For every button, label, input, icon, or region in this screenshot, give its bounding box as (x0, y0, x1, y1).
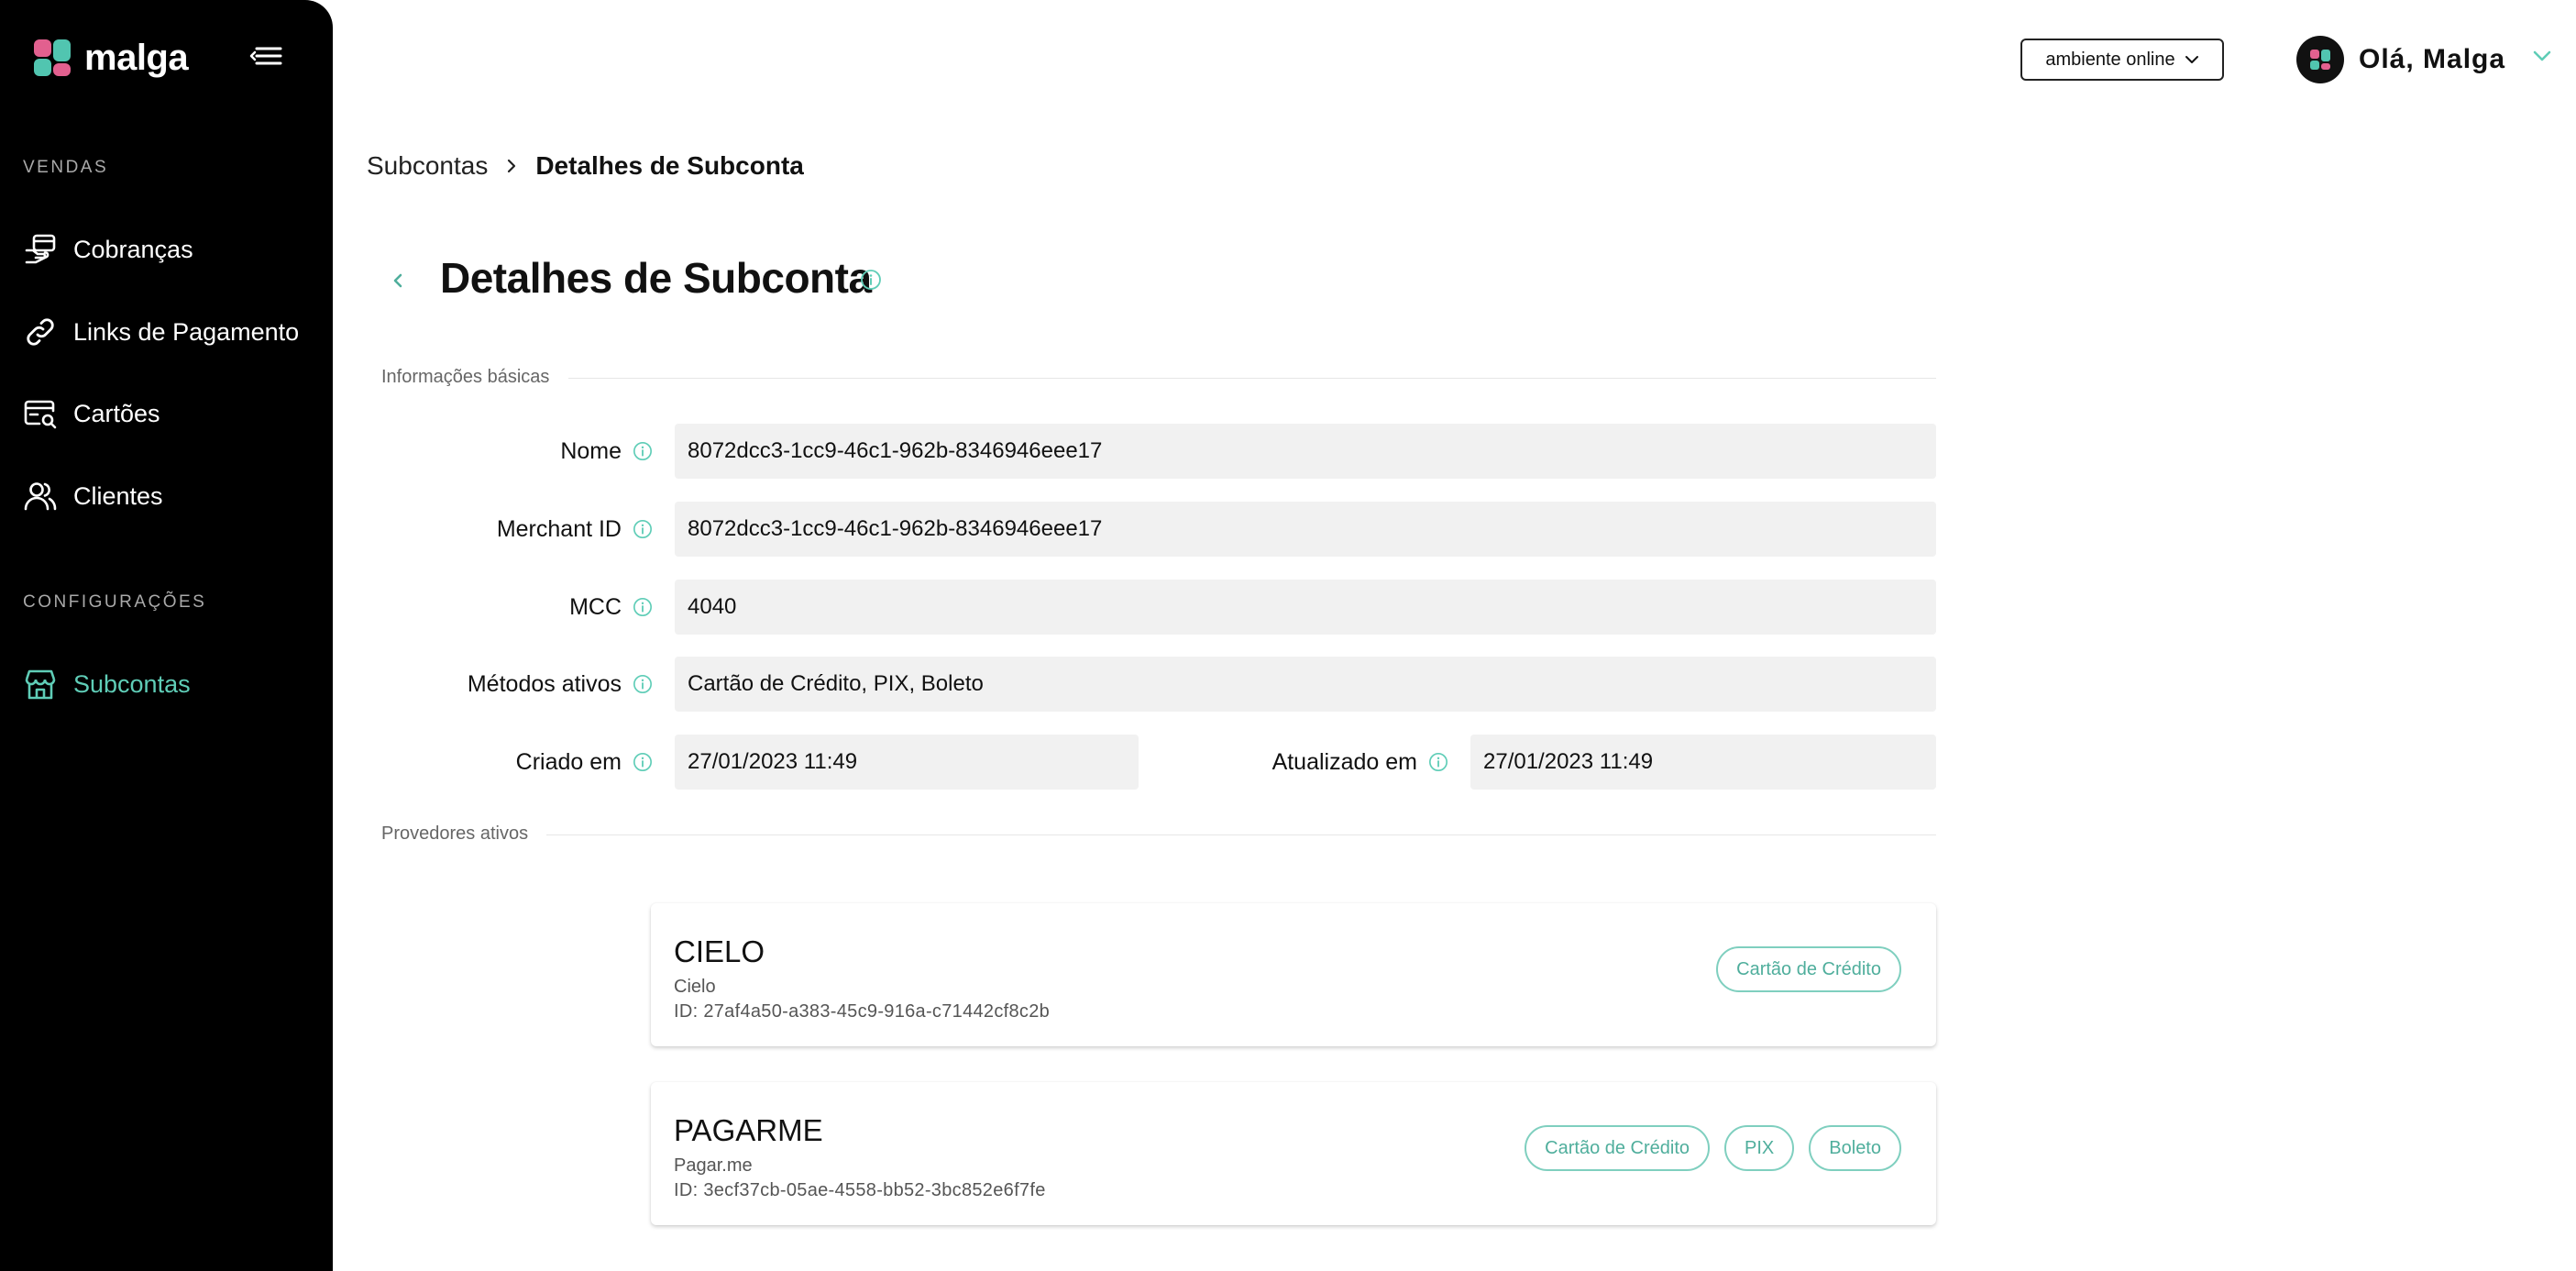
sidebar-item-label: Clientes (73, 481, 163, 510)
label-text: Métodos ativos (467, 670, 622, 697)
provider-card-cielo[interactable]: CIELO Cielo ID: 27af4a50-a383-45c9-916a-… (651, 903, 1936, 1046)
sidebar-item-label: Links de Pagamento (73, 317, 300, 346)
sidebar-item-subcontas[interactable]: Subcontas (23, 658, 316, 710)
field-label-mcc: MCC (367, 580, 653, 635)
users-icon (24, 482, 57, 511)
updated-at-field[interactable]: 27/01/2023 11:49 (1470, 735, 1936, 790)
sidebar: malga VENDAS Cobranças Links de Pagament… (0, 0, 333, 1271)
provider-name: PAGARME (674, 1113, 823, 1147)
info-icon[interactable] (633, 674, 653, 694)
sidebar-section-vendas: VENDAS (23, 158, 109, 177)
method-chip-credit-card[interactable]: Cartão de Crédito (1716, 946, 1901, 992)
section-label-basic-info: Informações básicas (381, 367, 550, 387)
info-icon[interactable] (860, 269, 882, 291)
environment-select-value: ambiente online (2045, 49, 2175, 70)
mcc-field[interactable]: 4040 (675, 580, 1936, 635)
user-menu[interactable]: Olá, Malga (2296, 35, 2505, 84)
info-icon[interactable] (633, 752, 653, 772)
chevron-down-icon (2185, 56, 2198, 63)
card-search-icon (24, 400, 57, 429)
provider-name: CIELO (674, 934, 765, 968)
label-text: MCC (569, 593, 622, 620)
info-icon[interactable] (633, 519, 653, 539)
info-icon[interactable] (633, 597, 653, 617)
chevron-down-icon[interactable] (2532, 50, 2552, 62)
provider-methods: Cartão de Crédito PIX Boleto (1525, 1125, 1901, 1171)
brand-logo[interactable]: malga (31, 35, 189, 81)
back-button[interactable] (385, 268, 411, 293)
page-title: Detalhes de Subconta (440, 254, 872, 302)
avatar (2296, 36, 2344, 83)
label-text: Criado em (515, 748, 622, 775)
info-icon[interactable] (1428, 752, 1448, 772)
section-label-providers: Provedores ativos (381, 823, 529, 844)
section-divider (568, 378, 1936, 379)
name-field[interactable]: 8072dcc3-1cc9-46c1-962b-8346946eee17 (675, 424, 1936, 479)
field-label-created: Criado em (367, 735, 653, 790)
chevron-left-icon (393, 273, 402, 288)
method-chip-credit-card[interactable]: Cartão de Crédito (1525, 1125, 1711, 1171)
provider-id: ID: 27af4a50-a383-45c9-916a-c71442cf8c2b (674, 1001, 1051, 1022)
field-label-methods: Métodos ativos (367, 657, 653, 712)
sidebar-item-clientes[interactable]: Clientes (23, 470, 316, 522)
section-divider (546, 834, 1936, 835)
sidebar-section-configuracoes: CONFIGURAÇÕES (23, 592, 207, 612)
provider-id: ID: 3ecf37cb-05ae-4558-bb52-3bc852e6f7fe (674, 1180, 1046, 1200)
menu-collapse-icon (249, 47, 282, 65)
chevron-right-icon (508, 159, 516, 173)
breadcrumb: Subcontas Detalhes de Subconta (367, 150, 804, 182)
provider-display-name: Pagar.me (674, 1155, 753, 1176)
malga-logo-icon (31, 37, 73, 79)
provider-display-name: Cielo (674, 977, 716, 997)
user-greeting: Olá, Malga (2359, 44, 2506, 74)
breadcrumb-link-subcontas[interactable]: Subcontas (367, 151, 488, 181)
label-text: Atualizado em (1271, 748, 1417, 775)
store-icon (25, 669, 56, 700)
sidebar-item-label: Subcontas (73, 669, 191, 698)
merchant-id-field[interactable]: 8072dcc3-1cc9-46c1-962b-8346946eee17 (675, 502, 1936, 557)
menu-toggle-button[interactable] (249, 42, 282, 70)
sidebar-item-label: Cobranças (73, 235, 193, 263)
created-at-field[interactable]: 27/01/2023 11:49 (675, 735, 1139, 790)
sidebar-item-links-de-pagamento[interactable]: Links de Pagamento (23, 306, 316, 358)
info-icon[interactable] (633, 441, 653, 461)
link-icon (27, 318, 54, 346)
label-text: Nome (560, 437, 622, 464)
provider-card-pagarme[interactable]: PAGARME Pagar.me ID: 3ecf37cb-05ae-4558-… (651, 1082, 1936, 1225)
environment-select[interactable]: ambiente online (2020, 39, 2224, 81)
field-label-name: Nome (367, 424, 653, 479)
field-label-merchant-id: Merchant ID (367, 502, 653, 557)
sidebar-item-label: Cartões (73, 399, 160, 427)
provider-methods: Cartão de Crédito (1716, 946, 1901, 992)
sidebar-item-cartoes[interactable]: Cartões (23, 388, 316, 439)
method-chip-boleto[interactable]: Boleto (1809, 1125, 1901, 1171)
brand-name: malga (84, 37, 189, 78)
field-label-updated: Atualizado em (1162, 735, 1448, 790)
label-text: Merchant ID (496, 515, 622, 542)
charges-icon (25, 234, 56, 264)
sidebar-item-cobrancas[interactable]: Cobranças (23, 224, 316, 275)
active-methods-field[interactable]: Cartão de Crédito, PIX, Boleto (675, 657, 1936, 712)
method-chip-pix[interactable]: PIX (1724, 1125, 1795, 1171)
breadcrumb-current: Detalhes de Subconta (535, 151, 804, 180)
